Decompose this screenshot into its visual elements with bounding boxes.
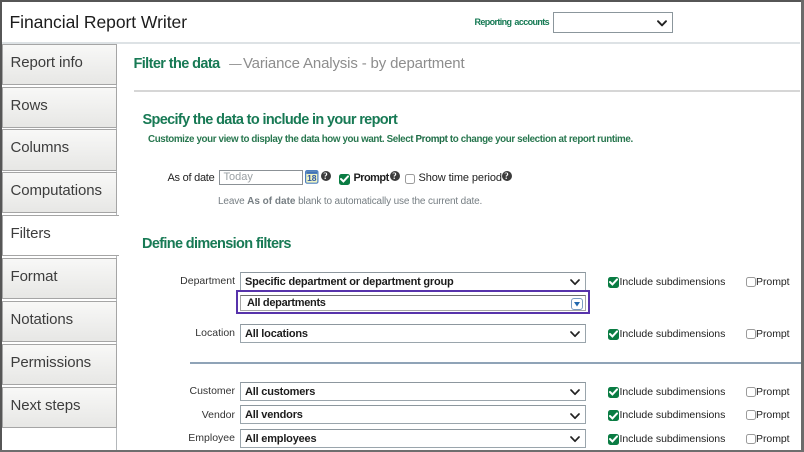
svg-text:18: 18 <box>307 173 317 183</box>
